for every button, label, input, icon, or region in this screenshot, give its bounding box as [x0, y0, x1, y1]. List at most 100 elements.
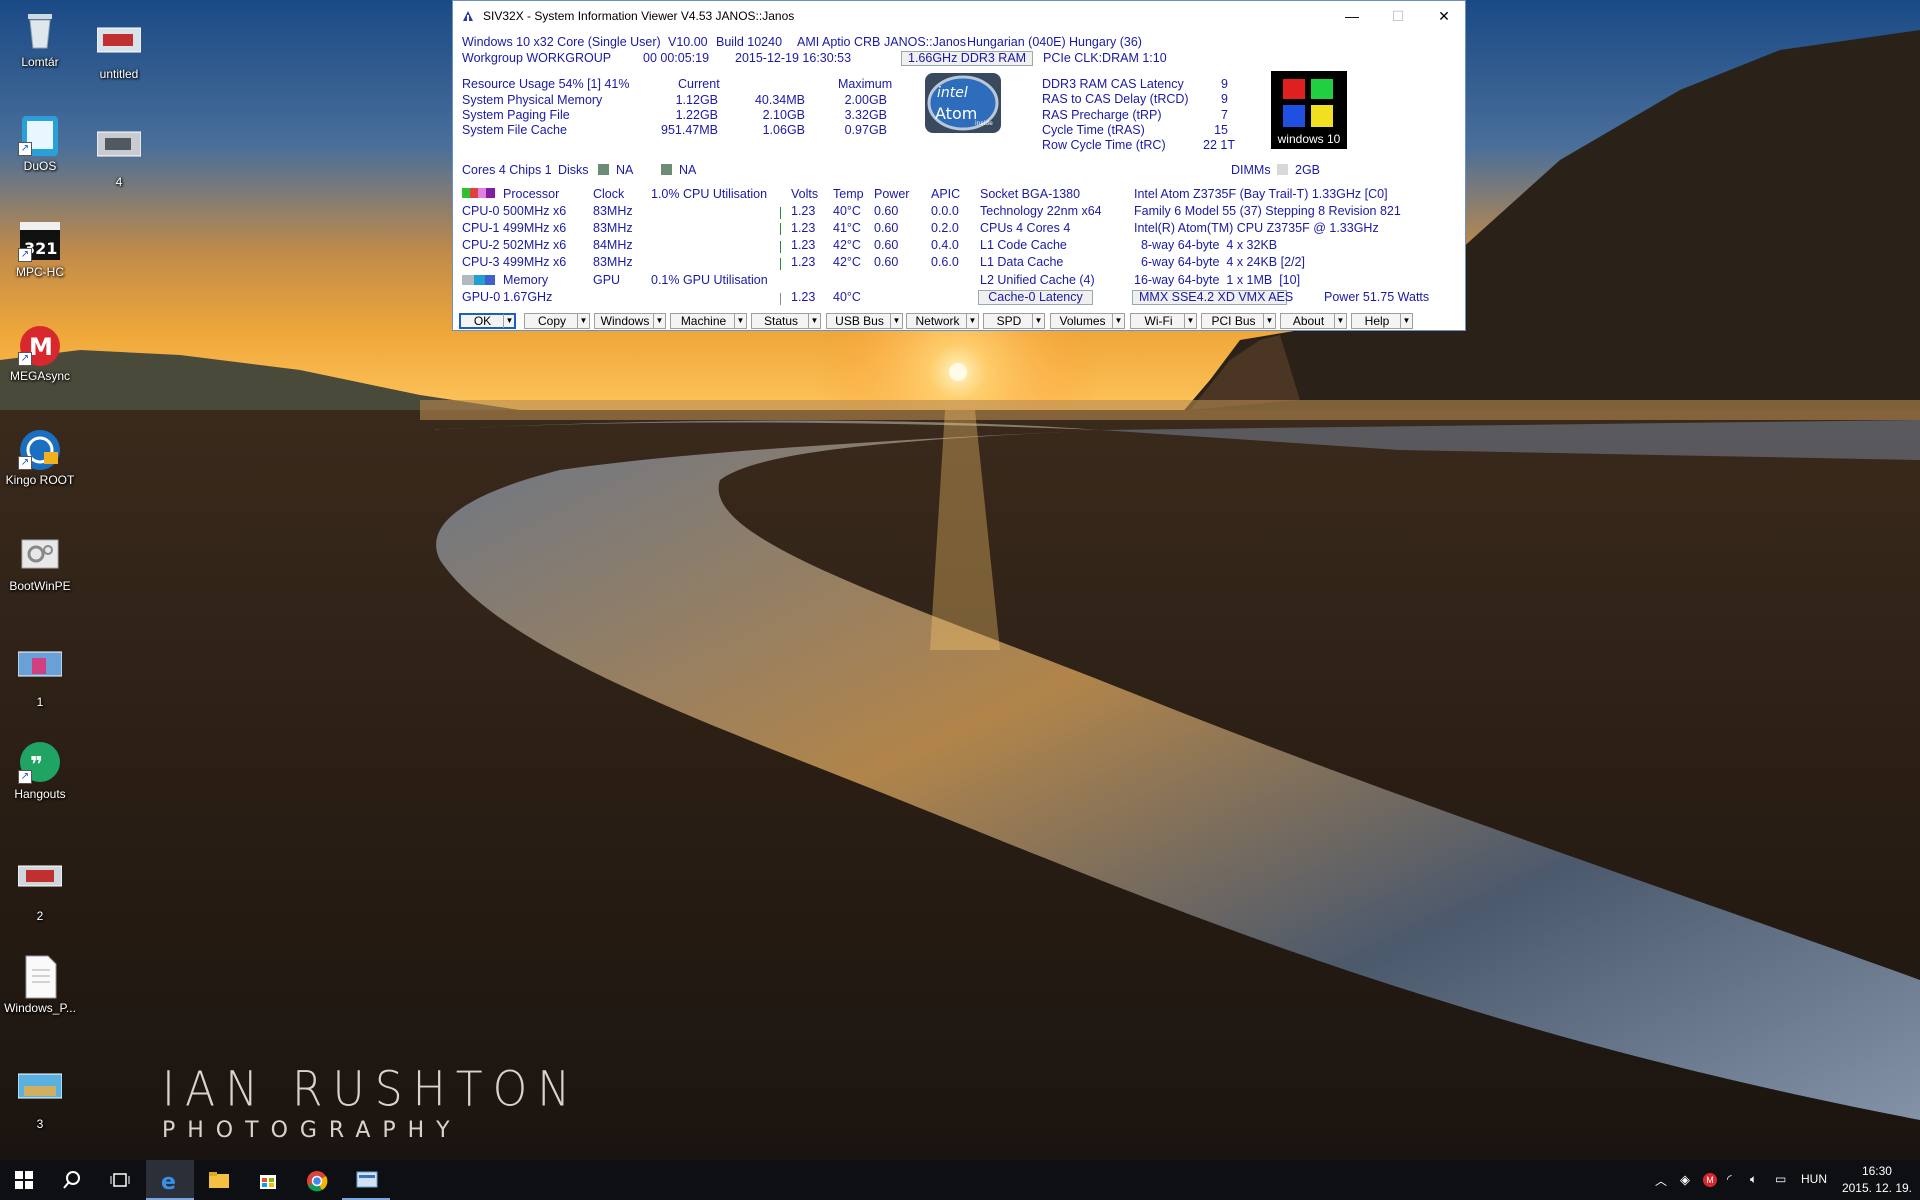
ok-label: OK: [473, 314, 492, 328]
window-titlebar[interactable]: SIV32X - System Information Viewer V4.53…: [453, 1, 1465, 31]
resource-maximum: 3.32GB: [844, 108, 887, 122]
desktop-icon-4[interactable]: 4: [76, 128, 162, 189]
wifi-icon[interactable]: ◜: [1727, 1172, 1732, 1186]
input-language[interactable]: HUN: [1801, 1172, 1827, 1186]
tray-overflow-icon[interactable]: ︿: [1655, 1172, 1667, 1189]
tray-app-icon[interactable]: ◈: [1680, 1172, 1690, 1188]
help-label: Help: [1364, 314, 1390, 328]
close-button[interactable]: ✕: [1421, 1, 1467, 31]
chevron-down-icon[interactable]: ▼: [1263, 314, 1275, 328]
cpu-features-badge[interactable]: MMX SSE4.2 XD VMX AES: [1132, 290, 1293, 305]
header-power: Power: [874, 187, 910, 201]
cache-latency-button[interactable]: Cache-0 Latency: [978, 290, 1093, 305]
socket-info-left: Socket BGA-1380: [980, 187, 1081, 201]
desktop-icon-duos[interactable]: ↗ DuOS: [0, 112, 83, 173]
desktop-icon-megasync[interactable]: M ↗ MEGAsync: [0, 322, 83, 383]
pci-bus-button[interactable]: PCI Bus ▼: [1201, 313, 1276, 329]
chevron-down-icon[interactable]: ▼: [577, 314, 589, 328]
search-icon: [63, 1171, 80, 1189]
volumes-button[interactable]: Volumes ▼: [1050, 313, 1125, 329]
machine-button[interactable]: Machine ▼: [670, 313, 747, 329]
icon-label: untitled: [99, 67, 139, 81]
resource-usage-title: Resource Usage 54% [1] 41%: [462, 77, 630, 91]
search-button[interactable]: [48, 1160, 96, 1200]
intel-brand-text: intel: [937, 85, 968, 101]
copy-button[interactable]: Copy ▼: [524, 313, 590, 329]
gpu-name: GPU-0: [462, 290, 501, 304]
minimize-button[interactable]: —: [1329, 1, 1375, 31]
maximize-button[interactable]: ☐: [1375, 1, 1421, 31]
desktop-icon-hangouts[interactable]: ❞ ↗ Hangouts: [0, 740, 83, 801]
clock[interactable]: 16:30 2015. 12. 19.: [1842, 1163, 1912, 1197]
start-button[interactable]: [0, 1160, 48, 1200]
mega-tray-icon[interactable]: M: [1703, 1173, 1717, 1187]
cpu-name: CPU-1: [462, 221, 500, 235]
ok-button[interactable]: OK ▼: [459, 313, 516, 329]
chevron-down-icon[interactable]: ▼: [503, 314, 515, 328]
desktop-icon-recycle-bin[interactable]: Lomtár: [0, 8, 83, 69]
taskbar-file-explorer[interactable]: [194, 1160, 242, 1200]
disk-indicator[interactable]: [661, 164, 672, 175]
chevron-down-icon[interactable]: ▼: [1112, 314, 1124, 328]
desktop-icon-3[interactable]: 3: [0, 1070, 83, 1131]
pcie-clock: PCIe CLK:DRAM 1:10: [1043, 51, 1167, 65]
icon-label: MPC-HC: [16, 265, 64, 279]
workgroup: Workgroup WORKGROUP: [462, 51, 612, 65]
chevron-down-icon[interactable]: ▼: [653, 314, 665, 328]
timing-value: 22 1T: [1203, 138, 1235, 152]
memory-color-legend: [462, 275, 495, 285]
cpu-name: CPU-2: [462, 238, 500, 252]
cpu-clock: 84MHz: [593, 238, 633, 252]
usb-bus-button[interactable]: USB Bus ▼: [826, 313, 903, 329]
icon-label: Hangouts: [14, 787, 66, 801]
gpu-utilisation: 0.1% GPU Utilisation: [651, 273, 768, 287]
desktop-icon-kingo-root[interactable]: ↗ Kingo ROOT: [0, 426, 83, 487]
taskbar-siv[interactable]: [342, 1160, 390, 1200]
taskbar-edge[interactable]: e: [146, 1160, 194, 1200]
chevron-down-icon[interactable]: ▼: [1400, 314, 1412, 328]
chevron-down-icon[interactable]: ▼: [1334, 314, 1346, 328]
help-button[interactable]: Help ▼: [1351, 313, 1413, 329]
cpu-clock: 83MHz: [593, 255, 633, 269]
siv-window[interactable]: SIV32X - System Information Viewer V4.53…: [452, 0, 1466, 331]
task-view-button[interactable]: [96, 1160, 144, 1200]
wifi-label: Wi-Fi: [1144, 314, 1173, 328]
desktop-icon-bootwinpe[interactable]: BootWinPE: [0, 532, 83, 593]
memory-label: Memory: [503, 273, 549, 287]
gpu-label: GPU: [593, 273, 621, 287]
windows-button[interactable]: Windows ▼: [594, 313, 666, 329]
about-button[interactable]: About ▼: [1280, 313, 1347, 329]
disk2-value: NA: [679, 163, 697, 177]
chevron-down-icon[interactable]: ▼: [1184, 314, 1196, 328]
dimm-indicator[interactable]: [1277, 164, 1288, 175]
chevron-down-icon[interactable]: ▼: [966, 314, 978, 328]
chevron-down-icon[interactable]: ▼: [890, 314, 902, 328]
desktop-icon-1[interactable]: 1: [0, 648, 83, 709]
wifi-button[interactable]: Wi-Fi ▼: [1130, 313, 1197, 329]
taskbar-store[interactable]: [244, 1160, 292, 1200]
desktop-icon-2[interactable]: 2: [0, 862, 83, 923]
resource-current: 951.47MB: [661, 123, 718, 137]
network-button[interactable]: Network ▼: [906, 313, 979, 329]
notification-icon[interactable]: ▭: [1775, 1172, 1786, 1186]
status-button[interactable]: Status ▼: [751, 313, 821, 329]
spd-button[interactable]: SPD ▼: [983, 313, 1045, 329]
chevron-down-icon[interactable]: ▼: [808, 314, 820, 328]
desktop-icon-mpc-hc[interactable]: 321 ↗ MPC-HC: [0, 218, 83, 279]
cpu-power: 0.60: [874, 221, 899, 235]
socket-info-left: CPUs 4 Cores 4: [980, 221, 1071, 235]
ram-speed-badge[interactable]: 1.66GHz DDR3 RAM: [901, 51, 1034, 66]
cpu-freq: 502MHz x6: [503, 238, 567, 252]
chevron-down-icon[interactable]: ▼: [1032, 314, 1044, 328]
dimms-label: DIMMs: [1231, 163, 1271, 177]
desktop-icon-windows-p[interactable]: Windows_P...: [0, 954, 83, 1015]
resource-label: System Paging File: [462, 108, 570, 122]
os-version: V10.00: [668, 35, 708, 49]
desktop-icon-untitled[interactable]: untitled: [76, 20, 162, 81]
mega-icon: M ↗: [18, 322, 62, 366]
volume-icon[interactable]: 🔈︎: [1750, 1172, 1757, 1187]
disk-indicator[interactable]: [598, 164, 609, 175]
taskbar-chrome[interactable]: [292, 1160, 340, 1200]
gpu-load-graph: [780, 293, 781, 305]
chevron-down-icon[interactable]: ▼: [734, 314, 746, 328]
